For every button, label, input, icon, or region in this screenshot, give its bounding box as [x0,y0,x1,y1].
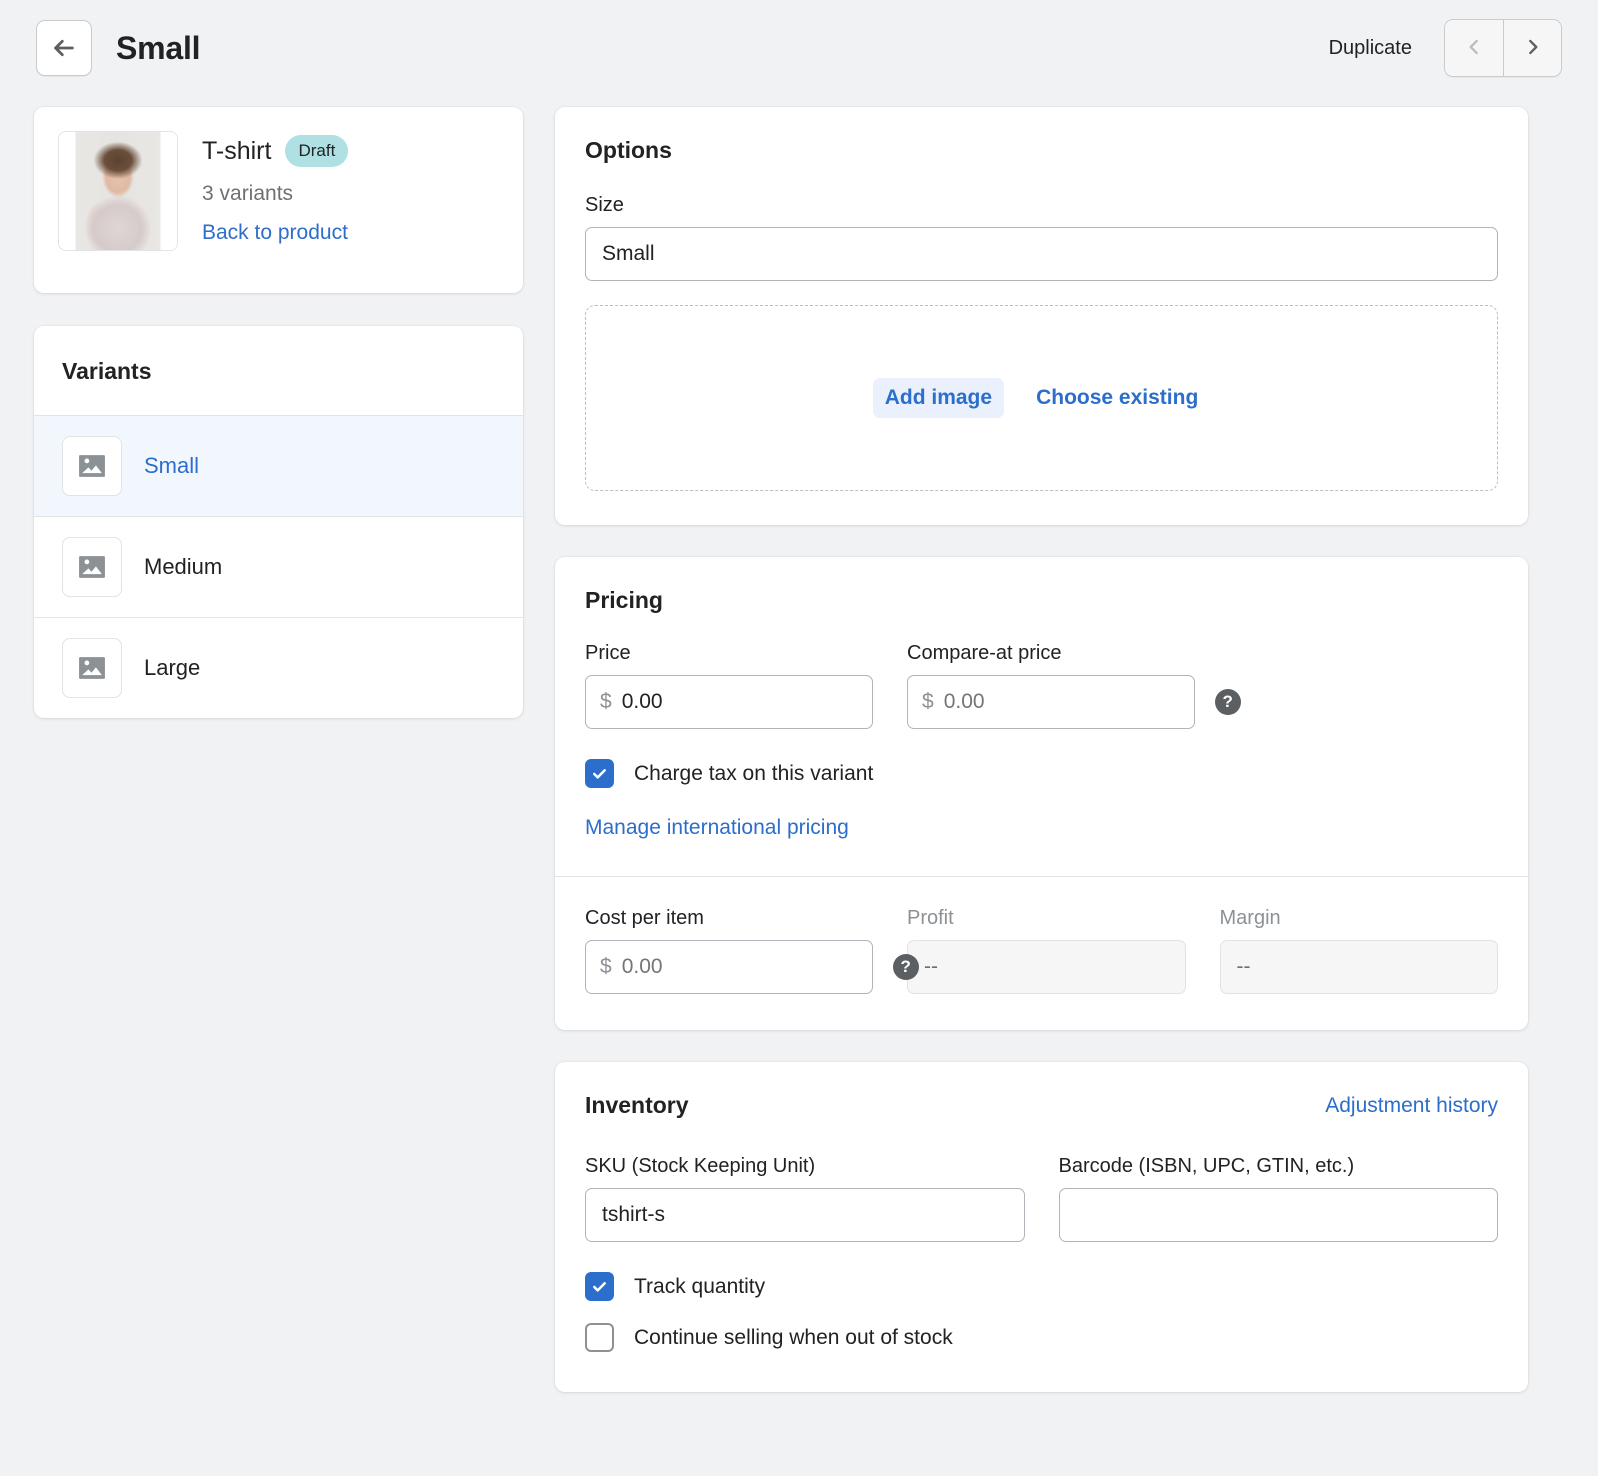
variant-label: Small [144,453,199,479]
profit-label: Profit [907,907,1186,930]
sku-input[interactable] [585,1188,1025,1242]
variant-detail-page: Small Duplicate [0,0,1598,1476]
arrow-left-icon [51,35,77,61]
currency-symbol: $ [922,690,934,714]
cost-per-item-field: Cost per item $ ? [585,907,873,994]
margin-value: -- [1220,940,1499,994]
charge-tax-row[interactable]: Charge tax on this variant [585,759,1498,788]
size-label: Size [585,194,1498,217]
back-button[interactable] [36,20,92,76]
size-input[interactable] [585,227,1498,281]
back-to-product-link[interactable]: Back to product [202,221,348,245]
variants-card: Variants Small Medium [34,326,523,718]
options-title: Options [585,137,1498,164]
manage-international-pricing-link[interactable]: Manage international pricing [585,816,849,840]
adjustment-history-link[interactable]: Adjustment history [1325,1094,1498,1118]
product-summary-card: T-shirt Draft 3 variants Back to product [34,107,523,293]
duplicate-button[interactable]: Duplicate [1325,31,1416,66]
header-actions: Duplicate [1325,19,1562,77]
next-variant-button[interactable] [1503,20,1561,76]
inventory-fields-row: SKU (Stock Keeping Unit) Barcode (ISBN, … [585,1155,1498,1242]
sku-field: SKU (Stock Keeping Unit) [585,1155,1025,1242]
price-input-wrapper[interactable]: $ [585,675,873,729]
inventory-title: Inventory [585,1092,689,1119]
product-photo [59,132,177,250]
profit-field: Profit -- [907,907,1186,994]
charge-tax-label: Charge tax on this variant [634,762,873,786]
continue-selling-label: Continue selling when out of stock [634,1326,953,1350]
sku-label: SKU (Stock Keeping Unit) [585,1155,1025,1178]
variant-label: Medium [144,554,222,580]
image-placeholder-icon [62,638,122,698]
page-title: Small [116,30,200,67]
inventory-header: Inventory Adjustment history [585,1092,1498,1119]
options-card: Options Size Add image Choose existing [555,107,1528,525]
price-label: Price [585,642,873,665]
variant-list-item-large[interactable]: Large [34,617,523,718]
variant-count: 3 variants [202,182,348,206]
currency-symbol: $ [600,690,612,714]
product-name: T-shirt [202,137,271,166]
price-field: Price $ [585,642,873,729]
currency-symbol: $ [600,955,612,979]
charge-tax-checkbox[interactable] [585,759,614,788]
compare-at-price-input-wrapper[interactable]: $ ? [907,675,1195,729]
compare-at-price-label: Compare-at price [907,642,1195,665]
size-field: Size [585,194,1498,281]
barcode-field: Barcode (ISBN, UPC, GTIN, etc.) [1059,1155,1499,1242]
choose-existing-button[interactable]: Choose existing [1024,378,1210,418]
image-placeholder-icon [62,537,122,597]
pricing-top-section: Pricing Price $ Compare-at price $ [555,557,1528,876]
left-column: T-shirt Draft 3 variants Back to product… [34,107,523,718]
track-quantity-row[interactable]: Track quantity [585,1272,1498,1301]
page-header: Small Duplicate [0,0,1598,96]
image-placeholder-icon [62,436,122,496]
variant-label: Large [144,655,200,681]
chevron-left-icon [1463,36,1485,61]
track-quantity-checkbox[interactable] [585,1272,614,1301]
profit-value: -- [907,940,1186,994]
continue-selling-row[interactable]: Continue selling when out of stock [585,1323,1498,1352]
pricing-card: Pricing Price $ Compare-at price $ [555,557,1528,1030]
previous-variant-button[interactable] [1445,20,1503,76]
compare-at-price-field: Compare-at price $ ? [907,642,1195,729]
barcode-input[interactable] [1059,1188,1499,1242]
pricing-bottom-section: Cost per item $ ? Profit -- Margin -- [555,877,1528,1030]
chevron-right-icon [1522,36,1544,61]
margin-label: Margin [1220,907,1499,930]
price-fields-row: Price $ Compare-at price $ ? [585,642,1498,729]
product-thumbnail [58,131,178,251]
variant-pager [1444,19,1562,77]
barcode-label: Barcode (ISBN, UPC, GTIN, etc.) [1059,1155,1499,1178]
cost-per-item-input-wrapper[interactable]: $ ? [585,940,873,994]
compare-at-price-input[interactable] [944,690,1215,714]
price-input[interactable] [622,690,893,714]
track-quantity-label: Track quantity [634,1275,765,1299]
cost-fields-row: Cost per item $ ? Profit -- Margin -- [585,907,1498,994]
cost-per-item-label: Cost per item [585,907,873,930]
continue-selling-checkbox[interactable] [585,1323,614,1352]
variant-list-item-medium[interactable]: Medium [34,516,523,617]
product-title-row: T-shirt Draft [202,135,348,167]
help-icon[interactable]: ? [1215,689,1241,715]
help-icon[interactable]: ? [893,954,919,980]
pricing-title: Pricing [585,587,1498,614]
variant-list-item-small[interactable]: Small [34,415,523,516]
add-image-button[interactable]: Add image [873,378,1004,418]
margin-field: Margin -- [1220,907,1499,994]
variants-title: Variants [34,326,523,415]
image-dropzone[interactable]: Add image Choose existing [585,305,1498,491]
cost-per-item-input[interactable] [622,955,893,979]
product-info: T-shirt Draft 3 variants Back to product [202,131,348,245]
inventory-card: Inventory Adjustment history SKU (Stock … [555,1062,1528,1392]
right-column: Options Size Add image Choose existing P… [555,107,1528,1392]
status-badge: Draft [285,135,348,167]
